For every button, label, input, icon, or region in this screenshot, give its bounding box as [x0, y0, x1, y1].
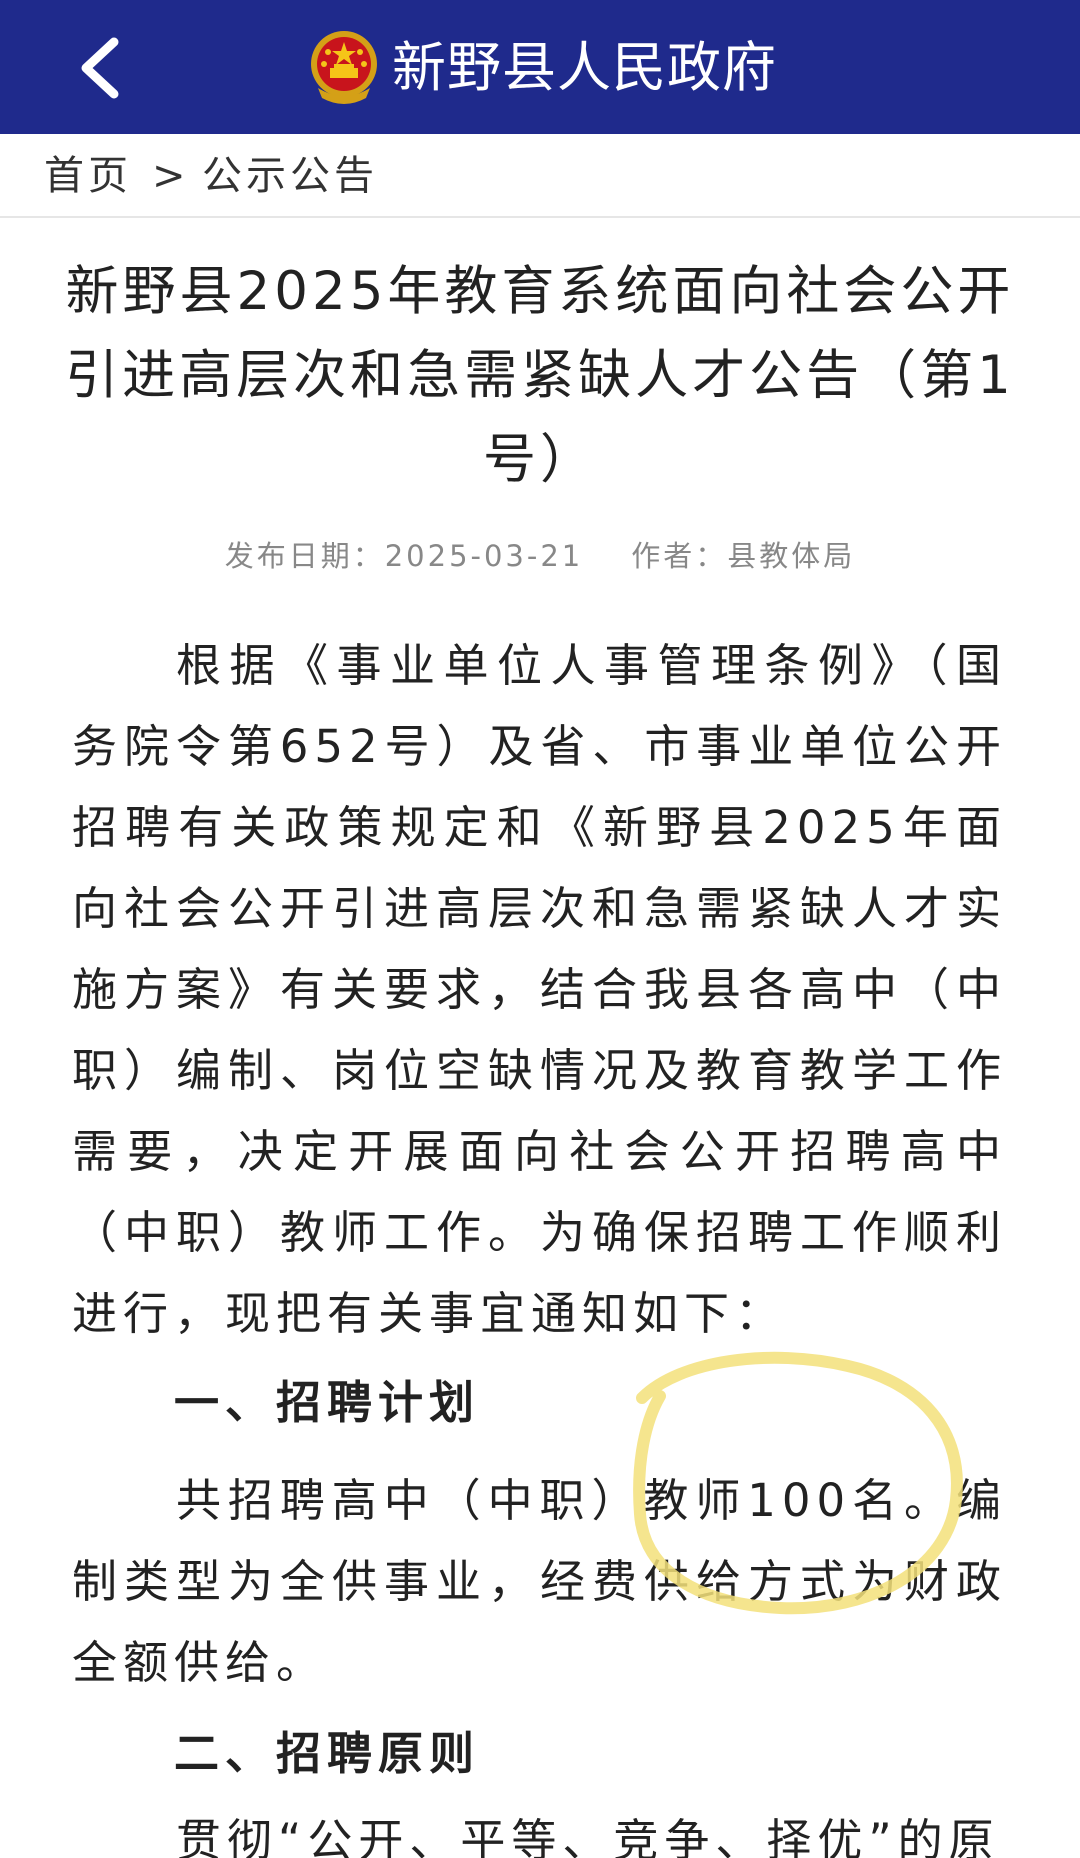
author-label: 作者： [631, 539, 728, 573]
page: 新野县人民政府 首页 > 公示公告 新野县2025年教育系统面向社会公开引进高层… [0, 0, 1080, 1858]
article-title: 新野县2025年教育系统面向社会公开引进高层次和急需紧缺人才公告（第1号） [65, 261, 1015, 490]
author: 县教体局 [727, 539, 856, 573]
recruitment-plan-paragraph: 共招聘高中（中职）教师100名。编制类型为全供事业，经费供给方式为财政全额供给。 [72, 1474, 1007, 1689]
breadcrumb-current-link[interactable]: 公示公告 [202, 154, 378, 198]
publish-date: 2025-03-21 [384, 539, 584, 573]
back-button[interactable] [62, 28, 142, 108]
site-title: 新野县人民政府 [392, 36, 777, 99]
publish-date-label: 发布日期： [224, 539, 385, 573]
recruitment-principles-paragraph: 贯彻“公开、平等、竞争、择优”的原 [176, 1814, 1000, 1858]
breadcrumb-home-link[interactable]: 首页 [44, 154, 132, 198]
article-meta: 发布日期：2025-03-21 作者：县教体局 [0, 538, 1080, 574]
breadcrumb-separator: > [152, 153, 190, 199]
intro-paragraph: 根据《事业单位人事管理条例》（国务院令第652号）及省、市事业单位公开招聘有关政… [72, 639, 1007, 1340]
chevron-left-icon [81, 37, 119, 99]
section-heading-recruitment-principles: 二、招聘原则 [174, 1727, 481, 1780]
app-header: 新野县人民政府 [0, 0, 1080, 134]
section-heading-recruitment-plan: 一、招聘计划 [174, 1376, 481, 1429]
national-emblem-icon [308, 28, 380, 106]
breadcrumb: 首页 > 公示公告 [0, 134, 1080, 218]
